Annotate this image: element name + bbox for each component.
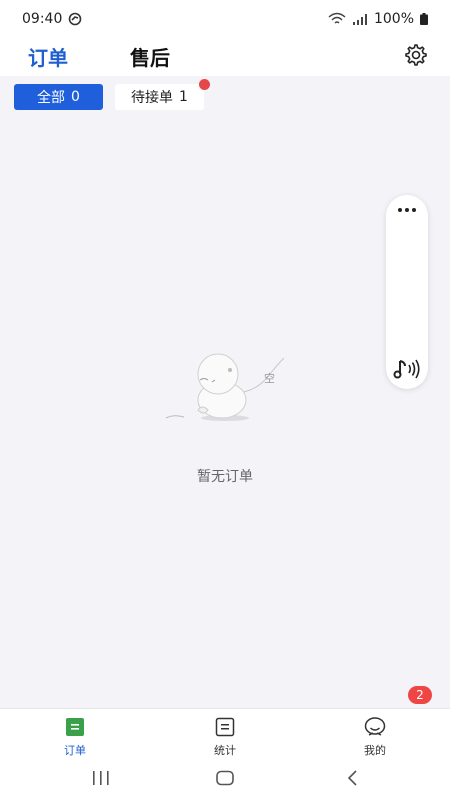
signal-icon — [352, 14, 367, 25]
profile-icon — [364, 717, 386, 736]
battery-icon — [420, 13, 428, 25]
filter-bar: 全部 0 待接单 1 — [14, 79, 210, 110]
unread-badge[interactable]: 2 — [408, 686, 432, 704]
status-left: 09:40 — [22, 11, 82, 27]
status-time: 09:40 — [22, 11, 63, 27]
more-icon[interactable] — [386, 203, 428, 217]
home-icon[interactable] — [214, 768, 236, 788]
empty-message: 暂无订单 — [197, 469, 253, 485]
orders-icon — [66, 718, 84, 736]
tab-orders[interactable]: 订单 — [28, 42, 68, 71]
empty-illustration: 空 — [165, 353, 285, 421]
tab-aftersale[interactable]: 售后 — [130, 42, 170, 71]
system-nav-bar — [0, 758, 450, 800]
filter-all-count: 0 — [71, 89, 80, 105]
illustration-bubble-text: 空 — [264, 371, 275, 385]
filter-all[interactable]: 全部 0 — [14, 84, 103, 110]
gear-icon[interactable] — [402, 42, 428, 68]
nav-mine-label: 我的 — [364, 744, 386, 757]
back-icon[interactable] — [342, 768, 364, 788]
filter-pending-label: 待接单 — [131, 90, 174, 106]
nav-orders[interactable]: 订单 — [0, 709, 150, 758]
filter-all-label: 全部 — [37, 90, 66, 106]
nav-stats-label: 统计 — [214, 744, 236, 757]
nav-mine[interactable]: 我的 — [300, 709, 450, 758]
notification-dot — [199, 79, 210, 90]
recent-apps-icon[interactable] — [90, 768, 112, 788]
bottom-nav: 订单 统计 我的 — [0, 708, 450, 758]
filter-pending-count: 1 — [179, 89, 188, 105]
filter-pending[interactable]: 待接单 1 — [115, 79, 210, 110]
nav-stats[interactable]: 统计 — [150, 709, 300, 758]
battery-percent: 100% — [373, 11, 414, 27]
nav-orders-label: 订单 — [64, 744, 86, 757]
wifi-icon — [328, 12, 346, 24]
sound-icon[interactable] — [392, 355, 422, 383]
stats-icon — [215, 717, 235, 737]
header: 订单 售后 — [0, 38, 450, 76]
floating-panel[interactable] — [386, 195, 428, 389]
status-right: 100% — [328, 11, 428, 27]
status-bar: 09:40 100% — [0, 0, 450, 38]
sync-icon — [69, 12, 82, 26]
